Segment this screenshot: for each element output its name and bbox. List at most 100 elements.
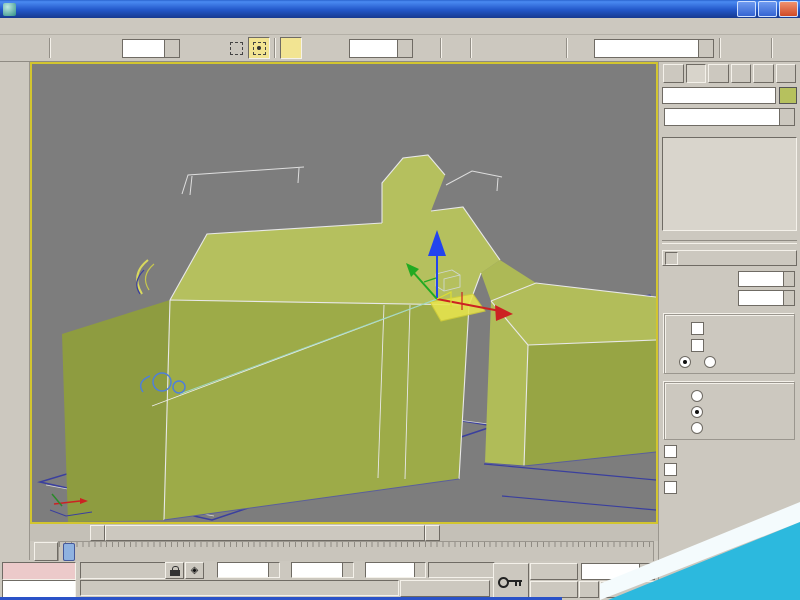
tab-display[interactable] <box>753 64 774 83</box>
extra-checkbox-1[interactable] <box>664 445 797 458</box>
morph-radio[interactable] <box>679 356 696 368</box>
object-name-field[interactable] <box>662 87 776 104</box>
align-icon[interactable] <box>747 38 767 58</box>
modifier-list-dropdown[interactable] <box>664 108 795 126</box>
toolbar-separator <box>719 38 721 58</box>
selection-filter-dropdown[interactable] <box>122 39 180 58</box>
parameters-rollout-header[interactable] <box>662 250 797 266</box>
left-object-shelf <box>0 62 30 560</box>
unlink-selection-icon[interactable] <box>77 38 97 58</box>
dropdown-arrow-icon[interactable] <box>397 40 412 57</box>
y-coordinate-field[interactable] <box>291 562 354 578</box>
viewport-perspective[interactable] <box>30 62 658 524</box>
redo-icon[interactable] <box>25 38 45 58</box>
z-coordinate-field[interactable] <box>365 562 426 578</box>
use-pivot-point-center-icon[interactable] <box>416 38 436 58</box>
track-bar[interactable] <box>30 541 658 561</box>
spinner-snap-toggle-icon[interactable] <box>542 38 562 58</box>
toolbar-separator <box>566 38 568 58</box>
dropdown-arrow-icon[interactable] <box>779 109 794 125</box>
previous-frame-button[interactable] <box>90 525 105 541</box>
reference-coordinate-dropdown[interactable] <box>349 39 413 58</box>
amount-spinner[interactable] <box>783 272 794 286</box>
auto-key-button[interactable] <box>530 563 578 580</box>
rectangular-selection-region-icon[interactable] <box>226 38 246 58</box>
z-spinner[interactable] <box>414 563 425 577</box>
tab-utilities[interactable] <box>776 64 797 83</box>
select-and-scale-icon[interactable] <box>326 38 346 58</box>
segments-spinner[interactable] <box>783 291 794 305</box>
patch-radio[interactable] <box>691 390 790 402</box>
named-selection-sets-icon[interactable] <box>572 38 592 58</box>
time-slider[interactable] <box>90 525 440 539</box>
undo-icon[interactable] <box>3 38 23 58</box>
selection-status <box>80 562 167 579</box>
dropdown-arrow-icon[interactable] <box>164 40 179 57</box>
select-and-rotate-icon[interactable] <box>304 38 324 58</box>
dropdown-arrow-icon[interactable] <box>698 40 713 57</box>
set-key-button[interactable] <box>530 581 578 598</box>
add-time-tag-button[interactable] <box>400 580 490 597</box>
amount-field[interactable] <box>738 271 795 287</box>
command-panel-tabs <box>662 64 797 83</box>
maxscript-mini-listener-pink[interactable] <box>2 562 76 580</box>
panel-divider <box>662 240 797 244</box>
grid-radio[interactable] <box>704 356 721 368</box>
tab-motion[interactable] <box>731 64 752 83</box>
layer-manager-icon[interactable] <box>777 38 797 58</box>
percent-snap-toggle-icon[interactable] <box>520 38 540 58</box>
maxscript-mini-listener-white[interactable] <box>2 580 76 598</box>
modifier-stack[interactable] <box>662 137 797 231</box>
select-and-manipulate-icon[interactable] <box>446 38 466 58</box>
app-icon <box>3 3 16 16</box>
extra-checkbox-3[interactable] <box>664 481 797 494</box>
time-slider-handle[interactable] <box>105 525 425 541</box>
window-crossing-toggle-icon[interactable] <box>248 37 270 59</box>
lock-icon <box>170 566 180 576</box>
next-frame-button[interactable] <box>425 525 440 541</box>
toolbar-separator <box>440 38 442 58</box>
cap-start-checkbox[interactable] <box>691 322 790 335</box>
collapse-icon[interactable] <box>665 252 678 265</box>
mirror-icon[interactable] <box>725 38 745 58</box>
select-by-name-icon[interactable] <box>204 38 224 58</box>
current-frame-marker[interactable] <box>63 543 75 561</box>
minimize-button[interactable] <box>737 1 756 17</box>
title-bar[interactable] <box>0 0 800 18</box>
capping-group <box>664 314 795 374</box>
key-icon <box>498 575 524 587</box>
x-spinner[interactable] <box>268 563 279 577</box>
track-bar-ruler[interactable] <box>58 541 654 562</box>
menu-bar <box>0 18 800 35</box>
named-selection-dropdown[interactable] <box>594 39 714 58</box>
select-object-icon[interactable] <box>183 38 203 58</box>
tab-modify[interactable] <box>686 64 707 83</box>
select-and-move-icon[interactable] <box>280 37 302 59</box>
selection-lock-toggle[interactable] <box>165 562 184 579</box>
restore-button[interactable] <box>758 1 777 17</box>
mesh-radio[interactable] <box>691 406 790 418</box>
tab-hierarchy[interactable] <box>708 64 729 83</box>
bind-to-space-warp-icon[interactable] <box>99 38 119 58</box>
time-slider-row <box>30 524 658 542</box>
toolbar-separator <box>49 38 51 58</box>
set-keys-button[interactable] <box>493 563 529 598</box>
x-coordinate-field[interactable] <box>217 562 280 578</box>
segments-field[interactable] <box>738 290 795 306</box>
object-color-swatch[interactable] <box>779 87 797 104</box>
y-spinner[interactable] <box>342 563 353 577</box>
nurbs-radio[interactable] <box>691 422 790 434</box>
snap-toggle-icon[interactable] <box>476 38 496 58</box>
absolute-mode-toggle[interactable]: ◈ <box>185 562 204 579</box>
angle-snap-toggle-icon[interactable] <box>498 38 518 58</box>
grid-size-display <box>428 562 495 578</box>
cap-end-checkbox[interactable] <box>691 339 790 352</box>
extra-checkbox-2[interactable] <box>664 463 797 476</box>
select-and-link-icon[interactable] <box>55 38 75 58</box>
tab-create[interactable] <box>663 64 684 83</box>
key-curve-toggle[interactable] <box>579 581 599 598</box>
3d-scene[interactable] <box>32 64 656 522</box>
mini-curve-editor-button[interactable] <box>34 542 58 561</box>
close-button[interactable] <box>779 1 798 17</box>
toolbar-separator <box>470 38 472 58</box>
